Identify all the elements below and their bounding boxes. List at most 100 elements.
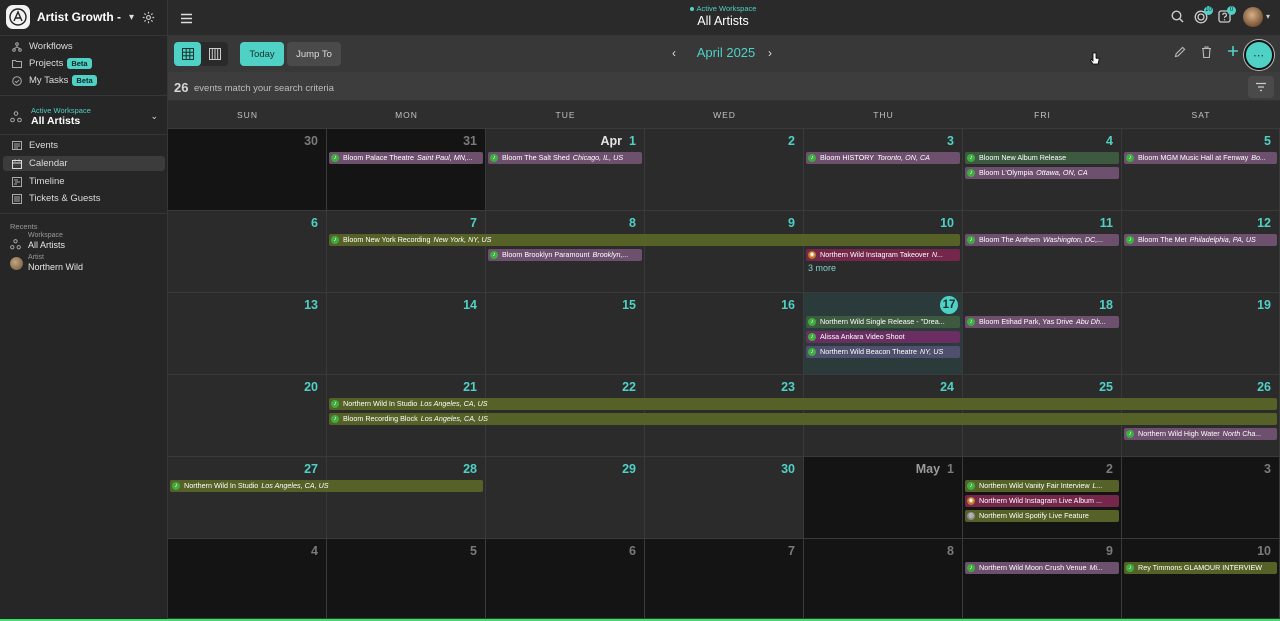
calendar-event[interactable]: ♪ Northern Wild Vanity Fair Interview L...: [965, 480, 1119, 492]
calendar-event[interactable]: ♪ Bloom HISTORY Toronto, ON, CA: [806, 152, 960, 164]
calendar-event[interactable]: ♪ Rey Timmons GLAMOUR INTERVIEW: [1124, 562, 1277, 574]
gear-icon[interactable]: [142, 11, 155, 24]
nav-calendar[interactable]: Calendar: [3, 156, 165, 171]
weekday-label: TUE: [555, 110, 576, 120]
hamburger-menu-icon[interactable]: [180, 11, 193, 29]
nav-my-tasks[interactable]: My Tasks Beta: [3, 73, 165, 88]
calendar-event[interactable]: ♪ Northern Wild Beacon Theatre NY, US: [806, 346, 960, 358]
day-cell[interactable]: 7: [327, 211, 486, 293]
calendar-event[interactable]: ♪ Bloom L'Olympia Ottawa, ON, CA: [965, 167, 1119, 179]
calendar-event[interactable]: ♪ Bloom The Anthem Washington, DC,...: [965, 234, 1119, 246]
recent-artist[interactable]: Artist Northern Wild: [10, 254, 160, 274]
day-cell[interactable]: 30: [645, 457, 804, 539]
day-cell[interactable]: 6: [486, 539, 645, 619]
calendar-event[interactable]: ♪ Bloom Brooklyn Paramount Brooklyn,...: [488, 249, 642, 261]
day-number-value: 7: [788, 544, 795, 558]
page-title: All Artists: [697, 14, 749, 28]
day-cell[interactable]: 13: [168, 293, 327, 375]
trash-icon[interactable]: [1201, 46, 1212, 58]
month-view-button[interactable]: [174, 42, 201, 66]
today-button[interactable]: Today: [240, 42, 284, 66]
day-number-value: 23: [781, 380, 795, 394]
calendar-event[interactable]: ♪ Northern Wild Moon Crush Venue Mi...: [965, 562, 1119, 574]
day-cell[interactable]: 31: [327, 129, 486, 211]
month-label: May: [915, 462, 941, 476]
day-cell[interactable]: 7: [645, 539, 804, 619]
day-cell[interactable]: May 1: [804, 457, 963, 539]
recent-workspace[interactable]: Workspace All Artists: [10, 232, 160, 252]
nav-events[interactable]: Events: [3, 138, 165, 153]
filter-button[interactable]: [1248, 76, 1274, 98]
calendar-event[interactable]: ♪ Bloom Recording Block Los Angeles, CA, U…: [329, 413, 1277, 425]
day-cell[interactable]: 9: [963, 539, 1122, 619]
activity-icon[interactable]: 10: [1194, 6, 1213, 24]
chevron-right-icon[interactable]: ›: [768, 46, 772, 60]
nav-timeline[interactable]: Timeline: [3, 174, 165, 189]
calendar-event[interactable]: ◉ Northern Wild Instagram Takeover N...: [806, 249, 960, 261]
day-cell[interactable]: 10: [1122, 539, 1280, 619]
day-cell[interactable]: 30: [168, 129, 327, 211]
day-cell[interactable]: 20: [168, 375, 327, 457]
event-count: 26: [174, 80, 189, 95]
day-cell[interactable]: 5: [1122, 129, 1280, 211]
chevron-left-icon[interactable]: ‹: [672, 46, 676, 60]
day-cell[interactable]: 9: [645, 211, 804, 293]
calendar-event[interactable]: ♪ Bloom New York Recording New York, NY, U…: [329, 234, 960, 246]
calendar-event[interactable]: ♪ Northern Wild High Water North Cha...: [1124, 428, 1277, 440]
nav-projects[interactable]: Projects Beta: [3, 56, 165, 71]
day-cell[interactable]: 3: [1122, 457, 1280, 539]
recent-name: Northern Wild: [28, 262, 84, 272]
calendar-event[interactable]: ♪ Bloom Etihad Park, Yas Drive Abu Dh...: [965, 316, 1119, 328]
day-number: 7: [788, 544, 795, 558]
calendar-event[interactable]: ♪ Bloom MGM Music Hall at Fenway Bo...: [1124, 152, 1277, 164]
day-cell[interactable]: 6: [168, 211, 327, 293]
day-cell[interactable]: Apr 1: [486, 129, 645, 211]
day-cell[interactable]: 11: [963, 211, 1122, 293]
day-cell[interactable]: 12: [1122, 211, 1280, 293]
more-options-button[interactable]: ⋯: [1244, 40, 1274, 70]
nav-workflows[interactable]: Workflows: [3, 39, 165, 54]
day-cell[interactable]: 4: [168, 539, 327, 619]
more-events-link[interactable]: 3 more: [808, 263, 836, 273]
edit-icon[interactable]: [1174, 46, 1186, 58]
day-number-value: 26: [1257, 380, 1271, 394]
chevron-down-icon[interactable]: ▾: [129, 12, 134, 23]
caret-down-icon[interactable]: ▾: [1266, 12, 1270, 21]
active-workspace-selector[interactable]: Active Workspace All Artists ⌄: [10, 104, 162, 128]
day-cell[interactable]: 5: [327, 539, 486, 619]
calendar-event[interactable]: ♪ Northern Wild Single Release - "Drea...: [806, 316, 960, 328]
calendar-event[interactable]: ♪ Northern Wild In Studio Los Angeles, CA,…: [170, 480, 483, 492]
calendar-event[interactable]: ◎ Northern Wild Spotify Live Feature: [965, 510, 1119, 522]
day-cell[interactable]: 28: [327, 457, 486, 539]
calendar-event[interactable]: ♪ Alissa Ankara Video Shoot: [806, 331, 960, 343]
calendar-event[interactable]: ♪ Bloom The Salt Shed Chicago, IL, US: [488, 152, 642, 164]
calendar-event[interactable]: ◉ Northern Wild Instagram Live Album ...: [965, 495, 1119, 507]
day-cell[interactable]: 18: [963, 293, 1122, 375]
day-cell[interactable]: 15: [486, 293, 645, 375]
workspace-switcher[interactable]: Artist Growth - ... ▾: [6, 5, 164, 29]
week-view-button[interactable]: [201, 42, 228, 66]
day-cell[interactable]: 8: [804, 539, 963, 619]
nav-tickets-guests[interactable]: Tickets & Guests: [3, 191, 165, 206]
calendar-event[interactable]: ♪ Bloom Palace Theatre Saint Paul, MN,...: [329, 152, 483, 164]
header-workspace: Active Workspace All Artists: [648, 4, 798, 28]
calendar-event[interactable]: ♪ Bloom The Met Philadelphia, PA, US: [1124, 234, 1277, 246]
calendar-event[interactable]: ♪ Northern Wild In Studio Los Angeles, CA,…: [329, 398, 1277, 410]
day-cell[interactable]: 16: [645, 293, 804, 375]
jump-to-button[interactable]: Jump To: [287, 42, 341, 66]
day-cell[interactable]: 2: [645, 129, 804, 211]
day-number: 24: [940, 380, 954, 394]
day-cell[interactable]: 19: [1122, 293, 1280, 375]
header-active-label: Active Workspace: [696, 4, 757, 13]
user-avatar[interactable]: [1243, 7, 1263, 27]
day-cell[interactable]: 3: [804, 129, 963, 211]
event-type-icon: ♪: [331, 400, 339, 408]
day-cell[interactable]: 27: [168, 457, 327, 539]
day-number-value: 31: [463, 134, 477, 148]
day-cell[interactable]: 29: [486, 457, 645, 539]
search-icon[interactable]: [1171, 10, 1184, 23]
help-icon[interactable]: 0: [1218, 6, 1236, 24]
add-icon[interactable]: [1227, 45, 1239, 57]
day-cell[interactable]: 14: [327, 293, 486, 375]
calendar-event[interactable]: ♪ Bloom New Album Release: [965, 152, 1119, 164]
